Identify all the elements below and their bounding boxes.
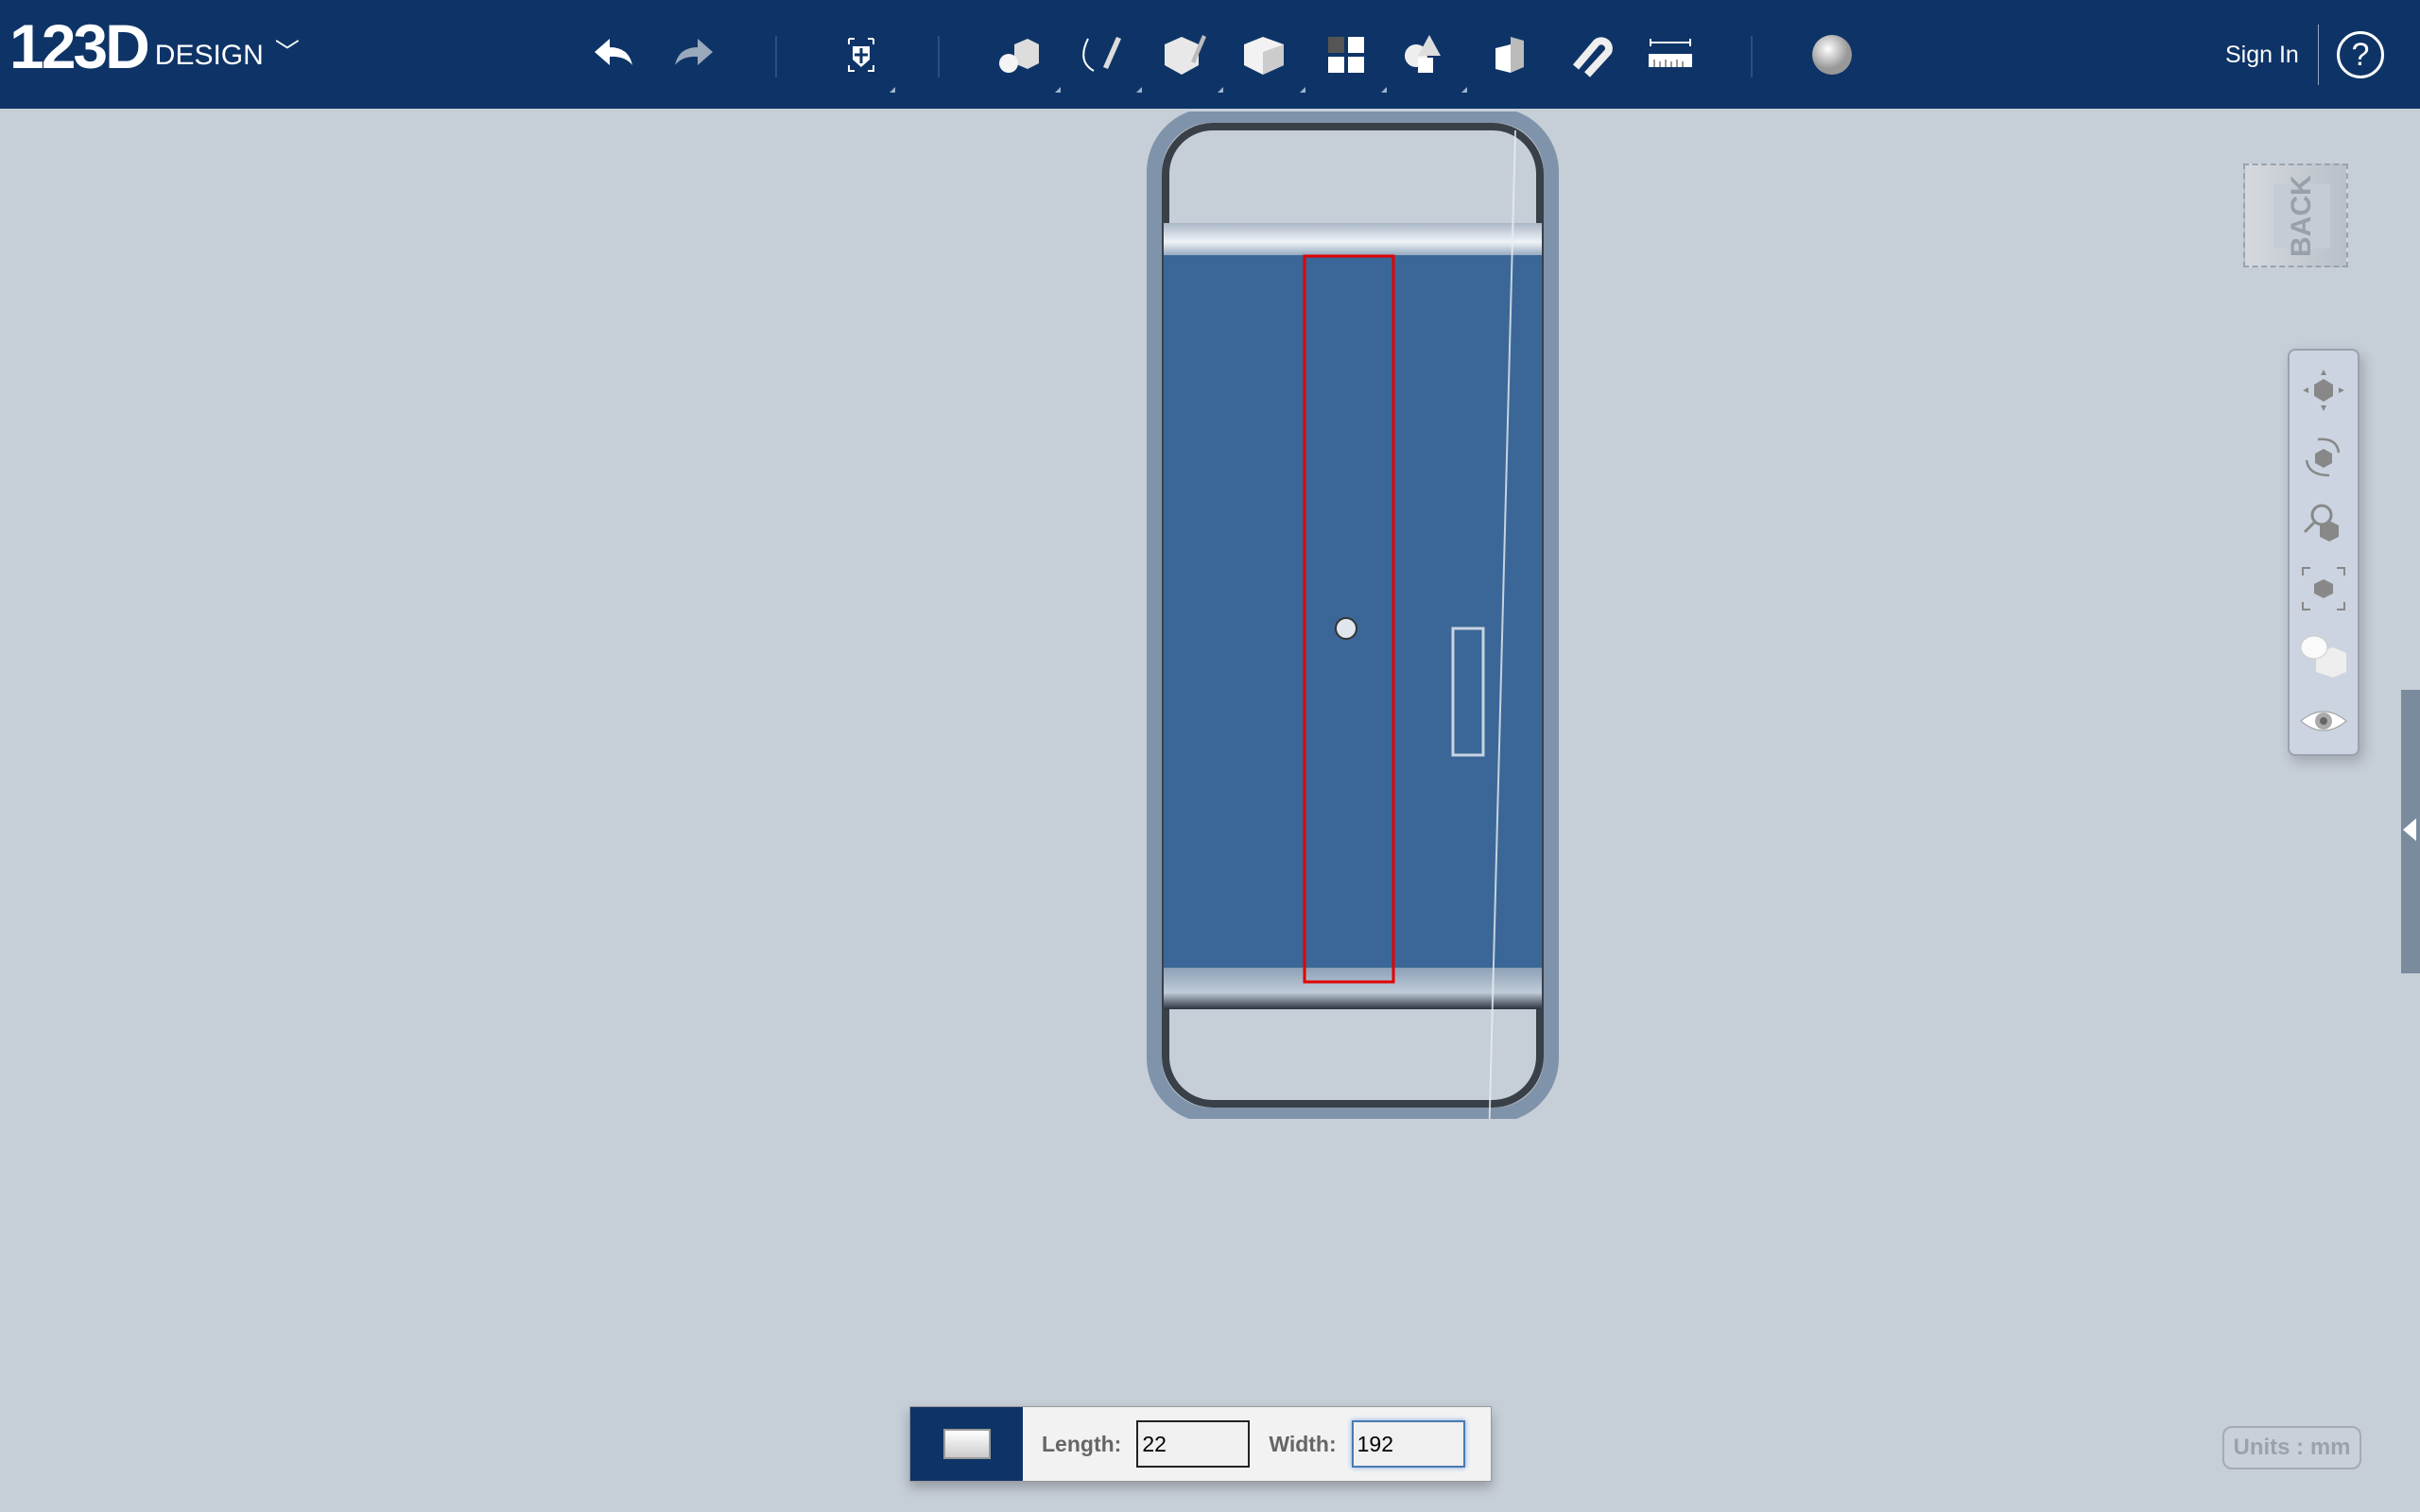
orbit-icon[interactable]	[2297, 430, 2350, 483]
zoom-icon[interactable]	[2297, 496, 2350, 549]
3d-model[interactable]	[1147, 112, 1559, 1119]
undo-icon[interactable]	[584, 26, 641, 83]
units-button[interactable]: Units : mm	[2222, 1426, 2361, 1469]
transform-icon[interactable]	[833, 26, 890, 83]
group-icon[interactable]	[1396, 26, 1453, 83]
logo-number: 123D	[9, 11, 150, 81]
combine-icon[interactable]	[1481, 26, 1538, 83]
length-input[interactable]	[1136, 1420, 1251, 1468]
submenu-indicator	[1218, 87, 1223, 93]
navigation-bar	[2288, 349, 2360, 756]
sign-in-button[interactable]: Sign In	[2225, 42, 2299, 69]
width-input[interactable]	[1351, 1420, 1465, 1468]
length-label: Length:	[1042, 1431, 1122, 1456]
primitives-icon[interactable]	[991, 26, 1047, 83]
rectangle-shape-icon	[910, 1407, 1023, 1481]
pan-icon[interactable]	[2297, 364, 2350, 417]
logo-word: DESIGN	[154, 40, 264, 71]
snap-icon[interactable]	[1562, 26, 1618, 83]
redo-icon[interactable]	[666, 26, 723, 83]
visibility-icon[interactable]	[2297, 695, 2350, 747]
submenu-indicator	[1381, 87, 1387, 93]
measure-icon[interactable]	[1642, 26, 1699, 83]
divider	[1751, 36, 1753, 77]
viewcube-face-back[interactable]: BACK	[2273, 176, 2330, 257]
modify-icon[interactable]	[1236, 26, 1292, 83]
help-button[interactable]: ?	[2337, 31, 2384, 78]
sketch-icon[interactable]	[1072, 26, 1129, 83]
divider	[2318, 25, 2319, 85]
pattern-icon[interactable]	[1318, 26, 1374, 83]
submenu-indicator	[1461, 87, 1467, 93]
dimension-panel: Length: Width:	[909, 1406, 1492, 1482]
divider	[938, 36, 940, 77]
chevron-down-icon: ﹀	[274, 38, 300, 66]
view-mode-icon[interactable]	[2297, 628, 2350, 681]
fit-icon[interactable]	[2297, 562, 2350, 615]
construct-icon[interactable]	[1154, 26, 1211, 83]
submenu-indicator	[1055, 87, 1061, 93]
app-menu[interactable]: 123D DESIGN ﹀	[9, 13, 300, 79]
submenu-indicator	[1136, 87, 1142, 93]
submenu-indicator	[890, 87, 895, 93]
viewcube[interactable]: BACK	[2243, 163, 2348, 267]
divider	[775, 36, 777, 77]
top-toolbar: 123D DESIGN ﹀ Sign In ?	[0, 0, 2420, 109]
width-label: Width:	[1269, 1431, 1337, 1456]
chevron-left-icon	[2403, 818, 2416, 841]
submenu-indicator	[1300, 87, 1305, 93]
material-icon[interactable]	[1804, 26, 1860, 83]
